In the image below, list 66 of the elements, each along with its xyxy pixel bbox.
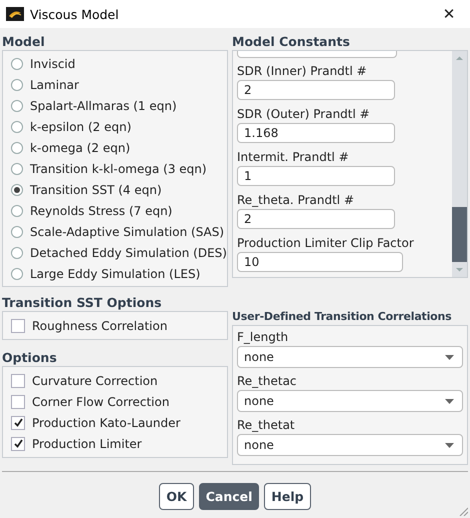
field-label: Production Limiter Clip Factor [237, 235, 415, 252]
dialog-button[interactable]: Help [264, 483, 311, 510]
field-label: F_length [237, 329, 290, 346]
radio-label: Detached Eddy Simulation (DES) [30, 246, 227, 260]
radio-label: k-omega (2 eqn) [30, 140, 130, 154]
close-button[interactable]: ✕ [434, 1, 464, 27]
caret-icon [445, 398, 454, 404]
input-field[interactable]: 10 [237, 252, 403, 272]
field-label: Intermit. Prandtl # [237, 149, 350, 166]
window-title: Viscous Model [30, 6, 119, 22]
field-label: SDR (Inner) Prandtl # [237, 63, 368, 80]
checkbox-label: Curvature Correction [32, 374, 158, 388]
radio-button[interactable] [11, 78, 23, 90]
caret-icon [445, 442, 454, 448]
resize-grip-icon[interactable] [458, 506, 468, 516]
checkbox[interactable] [11, 374, 25, 388]
field-label: Re_thetac [237, 373, 298, 390]
radio-label: Scale-Adaptive Simulation (SAS) [30, 224, 224, 238]
checkbox-label: Corner Flow Correction [32, 394, 170, 408]
app-icon [6, 7, 24, 21]
group-title: Model [2, 34, 46, 50]
radio-button[interactable] [11, 100, 23, 112]
scrollbar[interactable] [452, 51, 467, 277]
radio-label: Reynolds Stress (7 eqn) [30, 204, 172, 218]
field-label: SDR (Outer) Prandtl # [237, 106, 371, 123]
dropdown[interactable]: none [237, 346, 463, 368]
radio-button[interactable] [11, 204, 23, 216]
radio-label: Inviscid [30, 56, 76, 70]
checkbox-label: Production Limiter [32, 436, 142, 450]
checkbox[interactable] [11, 318, 25, 332]
caret-icon [445, 354, 454, 360]
radio-button[interactable] [11, 268, 23, 280]
radio-label: Transition SST (4 eqn) [30, 182, 162, 196]
checkbox[interactable] [11, 416, 25, 430]
input-field[interactable]: 1.168 [237, 123, 395, 143]
scroll-thumb[interactable] [452, 207, 467, 262]
dialog-button[interactable]: OK [159, 483, 194, 510]
radio-button[interactable] [11, 120, 23, 132]
radio-label: Laminar [30, 78, 79, 92]
radio-button[interactable] [11, 184, 23, 196]
checkbox-label: Production Kato-Launder [32, 416, 180, 430]
checkbox[interactable] [11, 394, 25, 408]
input-field[interactable]: 2 [237, 209, 395, 229]
radio-label: k-epsilon (2 eqn) [30, 120, 132, 134]
radio-label: Transition k-kl-omega (3 eqn) [30, 162, 207, 176]
group-title: Options [2, 350, 58, 366]
dropdown[interactable]: none [237, 434, 463, 456]
dropdown[interactable]: none [237, 390, 463, 412]
radio-label: Large Eddy Simulation (LES) [30, 266, 200, 280]
checkbox[interactable] [11, 436, 25, 450]
radio-button[interactable] [11, 226, 23, 238]
group-title: Transition SST Options [2, 295, 163, 311]
input-field[interactable]: 1 [237, 166, 395, 186]
field-label: Re_thetat [237, 417, 296, 434]
radio-button[interactable] [11, 58, 23, 70]
field-label: Re_theta. Prandtl # [237, 192, 356, 209]
input-field[interactable]: 2 [237, 80, 395, 100]
input-field[interactable] [237, 51, 397, 58]
group-title: Model Constants [232, 34, 351, 50]
checkbox-label: Roughness Correlation [32, 318, 168, 332]
radio-button[interactable] [11, 162, 23, 174]
radio-label: Spalart-Allmaras (1 eqn) [30, 98, 177, 112]
group-title: User-Defined Transition Correlations [232, 309, 453, 325]
radio-button[interactable] [11, 246, 23, 258]
dialog-button[interactable]: Cancel [198, 483, 260, 510]
radio-button[interactable] [11, 142, 23, 154]
